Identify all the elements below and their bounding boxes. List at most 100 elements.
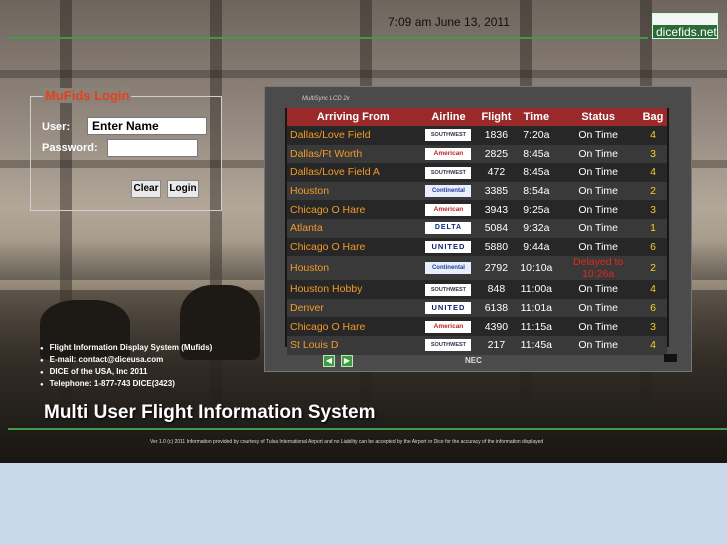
cell-arriving-from: Chicago O Hare <box>287 200 420 219</box>
cell-bag: 4 <box>639 126 667 145</box>
cell-time: 11:15a <box>515 317 558 336</box>
cell-flight: 5880 <box>477 237 516 257</box>
user-input[interactable] <box>87 117 207 135</box>
monitor-model: MultiSync LCD 2x <box>302 96 350 102</box>
table-row: Dallas/Ft Worth American Airlines 28258:45… <box>287 144 667 164</box>
table-row: Dallas/Love Field A SOUTHWEST AIRLINES 472… <box>287 163 667 182</box>
arrivals-table: Arriving From Airline Flight Time Status… <box>287 108 667 355</box>
airline-logo: SOUTHWEST AIRLINES <box>425 166 472 179</box>
airline-logo: SOUTHWEST AIRLINES <box>425 339 472 352</box>
table-row: Houston Continental Express 33858:54aOn Ti… <box>287 181 667 201</box>
cell-airline: UNITED <box>419 237 478 257</box>
cell-bag: 3 <box>639 317 667 336</box>
page-title: Multi User Flight Information System <box>44 402 376 423</box>
table-row: Houston Hobby SOUTHWEST AIRLINES 84811:00a… <box>287 280 667 299</box>
cell-time: 11:45a <box>515 335 558 355</box>
info-item: E-mail: contact@diceusa.com <box>40 354 212 366</box>
cell-flight: 2792 <box>477 256 516 281</box>
dicefids-logo[interactable]: dicefids.net <box>652 13 718 39</box>
cell-flight: 4390 <box>477 317 516 336</box>
airline-logo: UNITED <box>425 302 472 315</box>
col-flight: Flight <box>477 108 516 126</box>
table-row: Chicago O Hare American Airlines 39439:25a… <box>287 200 667 219</box>
col-status: Status <box>557 108 640 126</box>
col-arriving-from: Arriving From <box>287 108 420 126</box>
cell-airline: UNITED <box>419 298 478 318</box>
cell-airline: American Airlines <box>419 317 478 336</box>
cell-arriving-from: Denver <box>287 298 420 318</box>
next-arrow-icon[interactable]: ▶ <box>341 355 353 367</box>
cell-airline: DELTA <box>419 218 478 238</box>
cell-status: Delayed to 10:26a <box>557 256 640 281</box>
flight-board: Arriving From Airline Flight Time Status… <box>285 108 669 355</box>
user-label: User: <box>42 121 71 133</box>
cell-status: On Time <box>557 218 640 238</box>
airline-logo: UNITED <box>425 240 472 253</box>
cell-bag: 2 <box>639 181 667 201</box>
login-button[interactable]: Login <box>167 180 199 198</box>
cell-status: On Time <box>557 280 640 299</box>
cell-bag: 4 <box>639 280 667 299</box>
airline-logo: American Airlines <box>425 320 472 333</box>
table-row: Chicago O Hare American Airlines 439011:15… <box>287 317 667 336</box>
cell-arriving-from: Dallas/Love Field A <box>287 163 420 182</box>
cell-bag: 6 <box>639 237 667 257</box>
cell-status: On Time <box>557 163 640 182</box>
cell-airline: American Airlines <box>419 144 478 164</box>
cell-time: 8:45a <box>515 144 558 164</box>
password-input[interactable] <box>107 139 198 157</box>
cell-time: 8:45a <box>515 163 558 182</box>
cell-flight: 848 <box>477 280 516 299</box>
power-icon <box>664 354 677 362</box>
cell-status: On Time <box>557 237 640 257</box>
cell-status: On Time <box>557 200 640 219</box>
cell-flight: 472 <box>477 163 516 182</box>
fids-monitor: MultiSync LCD 2x Arriving From Airline F… <box>264 86 692 372</box>
login-panel: MuFids Login User: Password: Clear Login <box>30 88 222 211</box>
cell-status: On Time <box>557 181 640 201</box>
col-airline: Airline <box>419 108 478 126</box>
cell-time: 9:25a <box>515 200 558 219</box>
cell-status: On Time <box>557 126 640 145</box>
airline-logo: SOUTHWEST AIRLINES <box>425 283 472 296</box>
table-row: Chicago O Hare UNITED 5880 9:44a On Time 6 <box>287 237 667 257</box>
cell-arriving-from: Chicago O Hare <box>287 317 420 336</box>
monitor-brand: NEC <box>465 356 482 365</box>
cell-bag: 3 <box>639 200 667 219</box>
cell-airline: Continental Express <box>419 256 478 281</box>
airline-logo: American Airlines <box>425 203 472 216</box>
cell-arriving-from: Chicago O Hare <box>287 237 420 257</box>
cell-arriving-from: Atlanta <box>287 218 420 238</box>
cell-bag: 4 <box>639 335 667 355</box>
contact-info-list: Flight Information Display System (Mufid… <box>40 342 213 390</box>
prev-arrow-icon[interactable]: ◀ <box>323 355 335 367</box>
cell-airline: SOUTHWEST AIRLINES <box>419 163 478 182</box>
cell-arriving-from: Dallas/Love Field <box>287 126 420 145</box>
cell-time: 9:32a <box>515 218 558 238</box>
clear-button[interactable]: Clear <box>131 180 161 198</box>
password-label: Password: <box>42 142 98 154</box>
cell-time: 11:01a <box>515 298 558 318</box>
cell-airline: Continental Express <box>419 181 478 201</box>
cell-flight: 3943 <box>477 200 516 219</box>
cell-time: 10:10a <box>515 256 558 281</box>
cell-status: On Time <box>557 298 640 318</box>
cell-airline: SOUTHWEST AIRLINES <box>419 280 478 299</box>
airline-logo: DELTA <box>425 222 472 235</box>
col-bag: Bag <box>639 108 667 126</box>
cell-arriving-from: Houston <box>287 181 420 201</box>
cell-arriving-from: St Louis D <box>287 335 420 355</box>
cell-airline: American Airlines <box>419 200 478 219</box>
table-row: Atlanta DELTA 5084 9:32a On Time 1 <box>287 218 667 238</box>
cell-time: 8:54a <box>515 181 558 201</box>
cell-time: 9:44a <box>515 237 558 257</box>
info-item: Flight Information Display System (Mufid… <box>40 342 213 354</box>
top-divider <box>8 37 648 39</box>
cell-arriving-from: Houston <box>287 256 420 281</box>
table-header-row: Arriving From Airline Flight Time Status… <box>287 108 667 126</box>
info-item: DICE of the USA, Inc 2011 <box>40 366 212 378</box>
col-time: Time <box>515 108 558 126</box>
cell-flight: 217 <box>477 335 516 355</box>
cell-airline: SOUTHWEST AIRLINES <box>419 126 478 145</box>
table-row: St Louis D SOUTHWEST AIRLINES 21711:45aOn … <box>287 335 667 355</box>
